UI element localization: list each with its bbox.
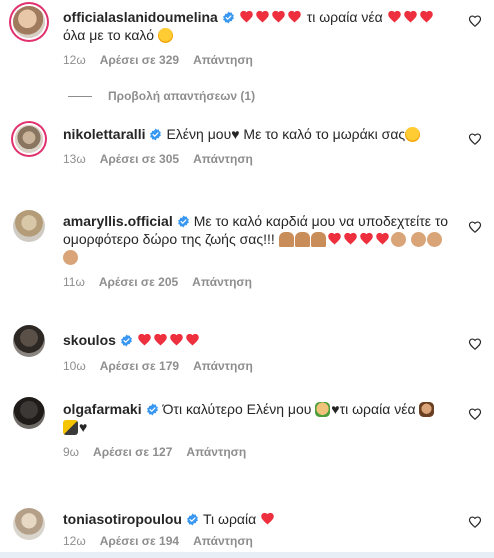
red-heart-emoji-icon — [239, 9, 254, 24]
verified-badge-icon — [149, 128, 162, 141]
party-popper-emoji-icon — [63, 420, 78, 435]
comment-time: 10ω — [63, 359, 86, 373]
comment-username[interactable]: officialaslanidoumelina — [63, 9, 218, 25]
like-heart-icon[interactable] — [468, 220, 482, 234]
comment-text: Ότι καλύτερο Ελένη μου — [162, 401, 312, 417]
like-heart-icon[interactable] — [468, 407, 482, 421]
clapping-hands-emoji-icon — [390, 232, 406, 247]
comment-username[interactable]: toniasotiropoulou — [63, 511, 182, 527]
comment-text: Τι ωραία — [202, 511, 257, 527]
smiling-hearts-emoji-icon — [405, 127, 421, 142]
reply-button[interactable]: Απάντηση — [193, 152, 253, 166]
comment-likes-link[interactable]: Αρέσει σε 127 — [93, 445, 172, 459]
reply-button[interactable]: Απάντηση — [193, 534, 253, 548]
comment-username[interactable]: skoulos — [63, 332, 116, 348]
red-heart-emoji-icon — [359, 231, 374, 246]
comment-time: 12ω — [63, 53, 86, 67]
avatar[interactable] — [13, 325, 45, 357]
comment-time: 11ω — [63, 275, 85, 289]
view-replies-label: Προβολή απαντήσεων (1) — [108, 89, 256, 103]
reply-button[interactable]: Απάντηση — [192, 275, 252, 289]
red-heart-emoji-icon — [271, 9, 286, 24]
like-heart-icon[interactable] — [468, 337, 482, 351]
comment-likes-link[interactable]: Αρέσει σε 194 — [100, 534, 179, 548]
comment-likes-link[interactable]: Αρέσει σε 179 — [100, 359, 179, 373]
verified-badge-icon — [177, 215, 190, 228]
clapping-hands-emoji-icon — [410, 232, 426, 247]
like-heart-icon[interactable] — [468, 132, 482, 146]
avatar[interactable] — [15, 125, 43, 153]
comment-body: skoulos — [63, 331, 454, 349]
divider-line — [68, 95, 92, 97]
avatar[interactable] — [13, 6, 45, 38]
red-heart-emoji-icon — [403, 9, 418, 24]
bottom-bar — [0, 552, 494, 558]
red-heart-emoji-icon — [419, 9, 434, 24]
comment-text: τι ωραία νέα — [306, 9, 383, 25]
verified-badge-icon — [222, 11, 235, 24]
comment-likes-link[interactable]: Αρέσει σε 329 — [100, 53, 179, 67]
clapping-hands-emoji-icon — [63, 250, 78, 265]
red-heart-emoji-icon — [327, 231, 342, 246]
comment-text: Ελένη μου♥ Με το καλό το μωράκι σας — [166, 126, 406, 142]
comment-body: officialaslanidoumelina τι ωραία νέα όλα… — [63, 8, 454, 44]
red-heart-emoji-icon — [387, 9, 402, 24]
comment-time: 12ω — [63, 534, 86, 548]
folded-hands-emoji-icon — [278, 232, 294, 247]
red-heart-emoji-icon — [287, 9, 302, 24]
comment-body: amaryllis.official Με το καλό καρδιά μου … — [63, 212, 454, 266]
comment-meta: 13ω Αρέσει σε 305 Απάντηση — [63, 152, 267, 166]
reply-button[interactable]: Απάντηση — [193, 359, 253, 373]
baby-emoji-icon — [315, 402, 331, 417]
comment-meta: 12ω Αρέσει σε 329 Απάντηση — [63, 53, 267, 67]
heart-eyes-emoji-icon — [157, 28, 173, 43]
avatar[interactable] — [13, 508, 45, 540]
red-heart-emoji-icon — [185, 332, 200, 347]
folded-hands-emoji-icon — [310, 232, 326, 247]
comment-username[interactable]: olgafarmaki — [63, 401, 142, 417]
comment-body: toniasotiropoulou Τι ωραία — [63, 510, 454, 528]
avatar[interactable] — [13, 210, 45, 242]
comment-meta: 11ω Αρέσει σε 205 Απάντηση — [63, 275, 266, 289]
verified-badge-icon — [186, 513, 199, 526]
comment-username[interactable]: nikolettaralli — [63, 126, 145, 142]
red-heart-emoji-icon — [375, 231, 390, 246]
comment-body: olgafarmaki Ότι καλύτερο Ελένη μου ♥τι ωρ… — [63, 400, 454, 436]
red-heart-emoji-icon — [255, 9, 270, 24]
comment-text: ♥ — [79, 419, 88, 435]
folded-hands-emoji-icon — [294, 232, 310, 247]
view-replies-button[interactable]: Προβολή απαντήσεων (1) — [68, 89, 255, 103]
comment-text: όλα με το καλό — [63, 27, 154, 43]
verified-badge-icon — [146, 403, 159, 416]
reply-button[interactable]: Απάντηση — [186, 445, 246, 459]
verified-badge-icon — [120, 334, 133, 347]
avatar[interactable] — [13, 397, 45, 429]
comment-time: 13ω — [63, 152, 86, 166]
like-heart-icon[interactable] — [468, 14, 482, 28]
like-heart-icon[interactable] — [468, 515, 482, 529]
red-heart-emoji-icon — [343, 231, 358, 246]
comment-body: nikolettaralli Ελένη μου♥ Με το καλό το μ… — [63, 125, 454, 143]
face-with-hands-emoji-icon — [419, 402, 435, 417]
comment-username[interactable]: amaryllis.official — [63, 213, 173, 229]
comment-meta: 9ω Αρέσει σε 127 Απάντηση — [63, 445, 260, 459]
clapping-hands-emoji-icon — [426, 232, 442, 247]
comment-meta: 10ω Αρέσει σε 179 Απάντηση — [63, 359, 267, 373]
red-heart-emoji-icon — [169, 332, 184, 347]
comment-likes-link[interactable]: Αρέσει σε 205 — [99, 275, 178, 289]
comment-time: 9ω — [63, 445, 80, 459]
reply-button[interactable]: Απάντηση — [193, 53, 253, 67]
comment-meta: 12ω Αρέσει σε 194 Απάντηση — [63, 534, 267, 548]
comment-likes-link[interactable]: Αρέσει σε 305 — [100, 152, 179, 166]
red-heart-emoji-icon — [153, 332, 168, 347]
red-heart-emoji-icon — [260, 511, 275, 526]
comment-text: ♥τι ωραία νέα — [331, 401, 416, 417]
red-heart-emoji-icon — [137, 332, 152, 347]
